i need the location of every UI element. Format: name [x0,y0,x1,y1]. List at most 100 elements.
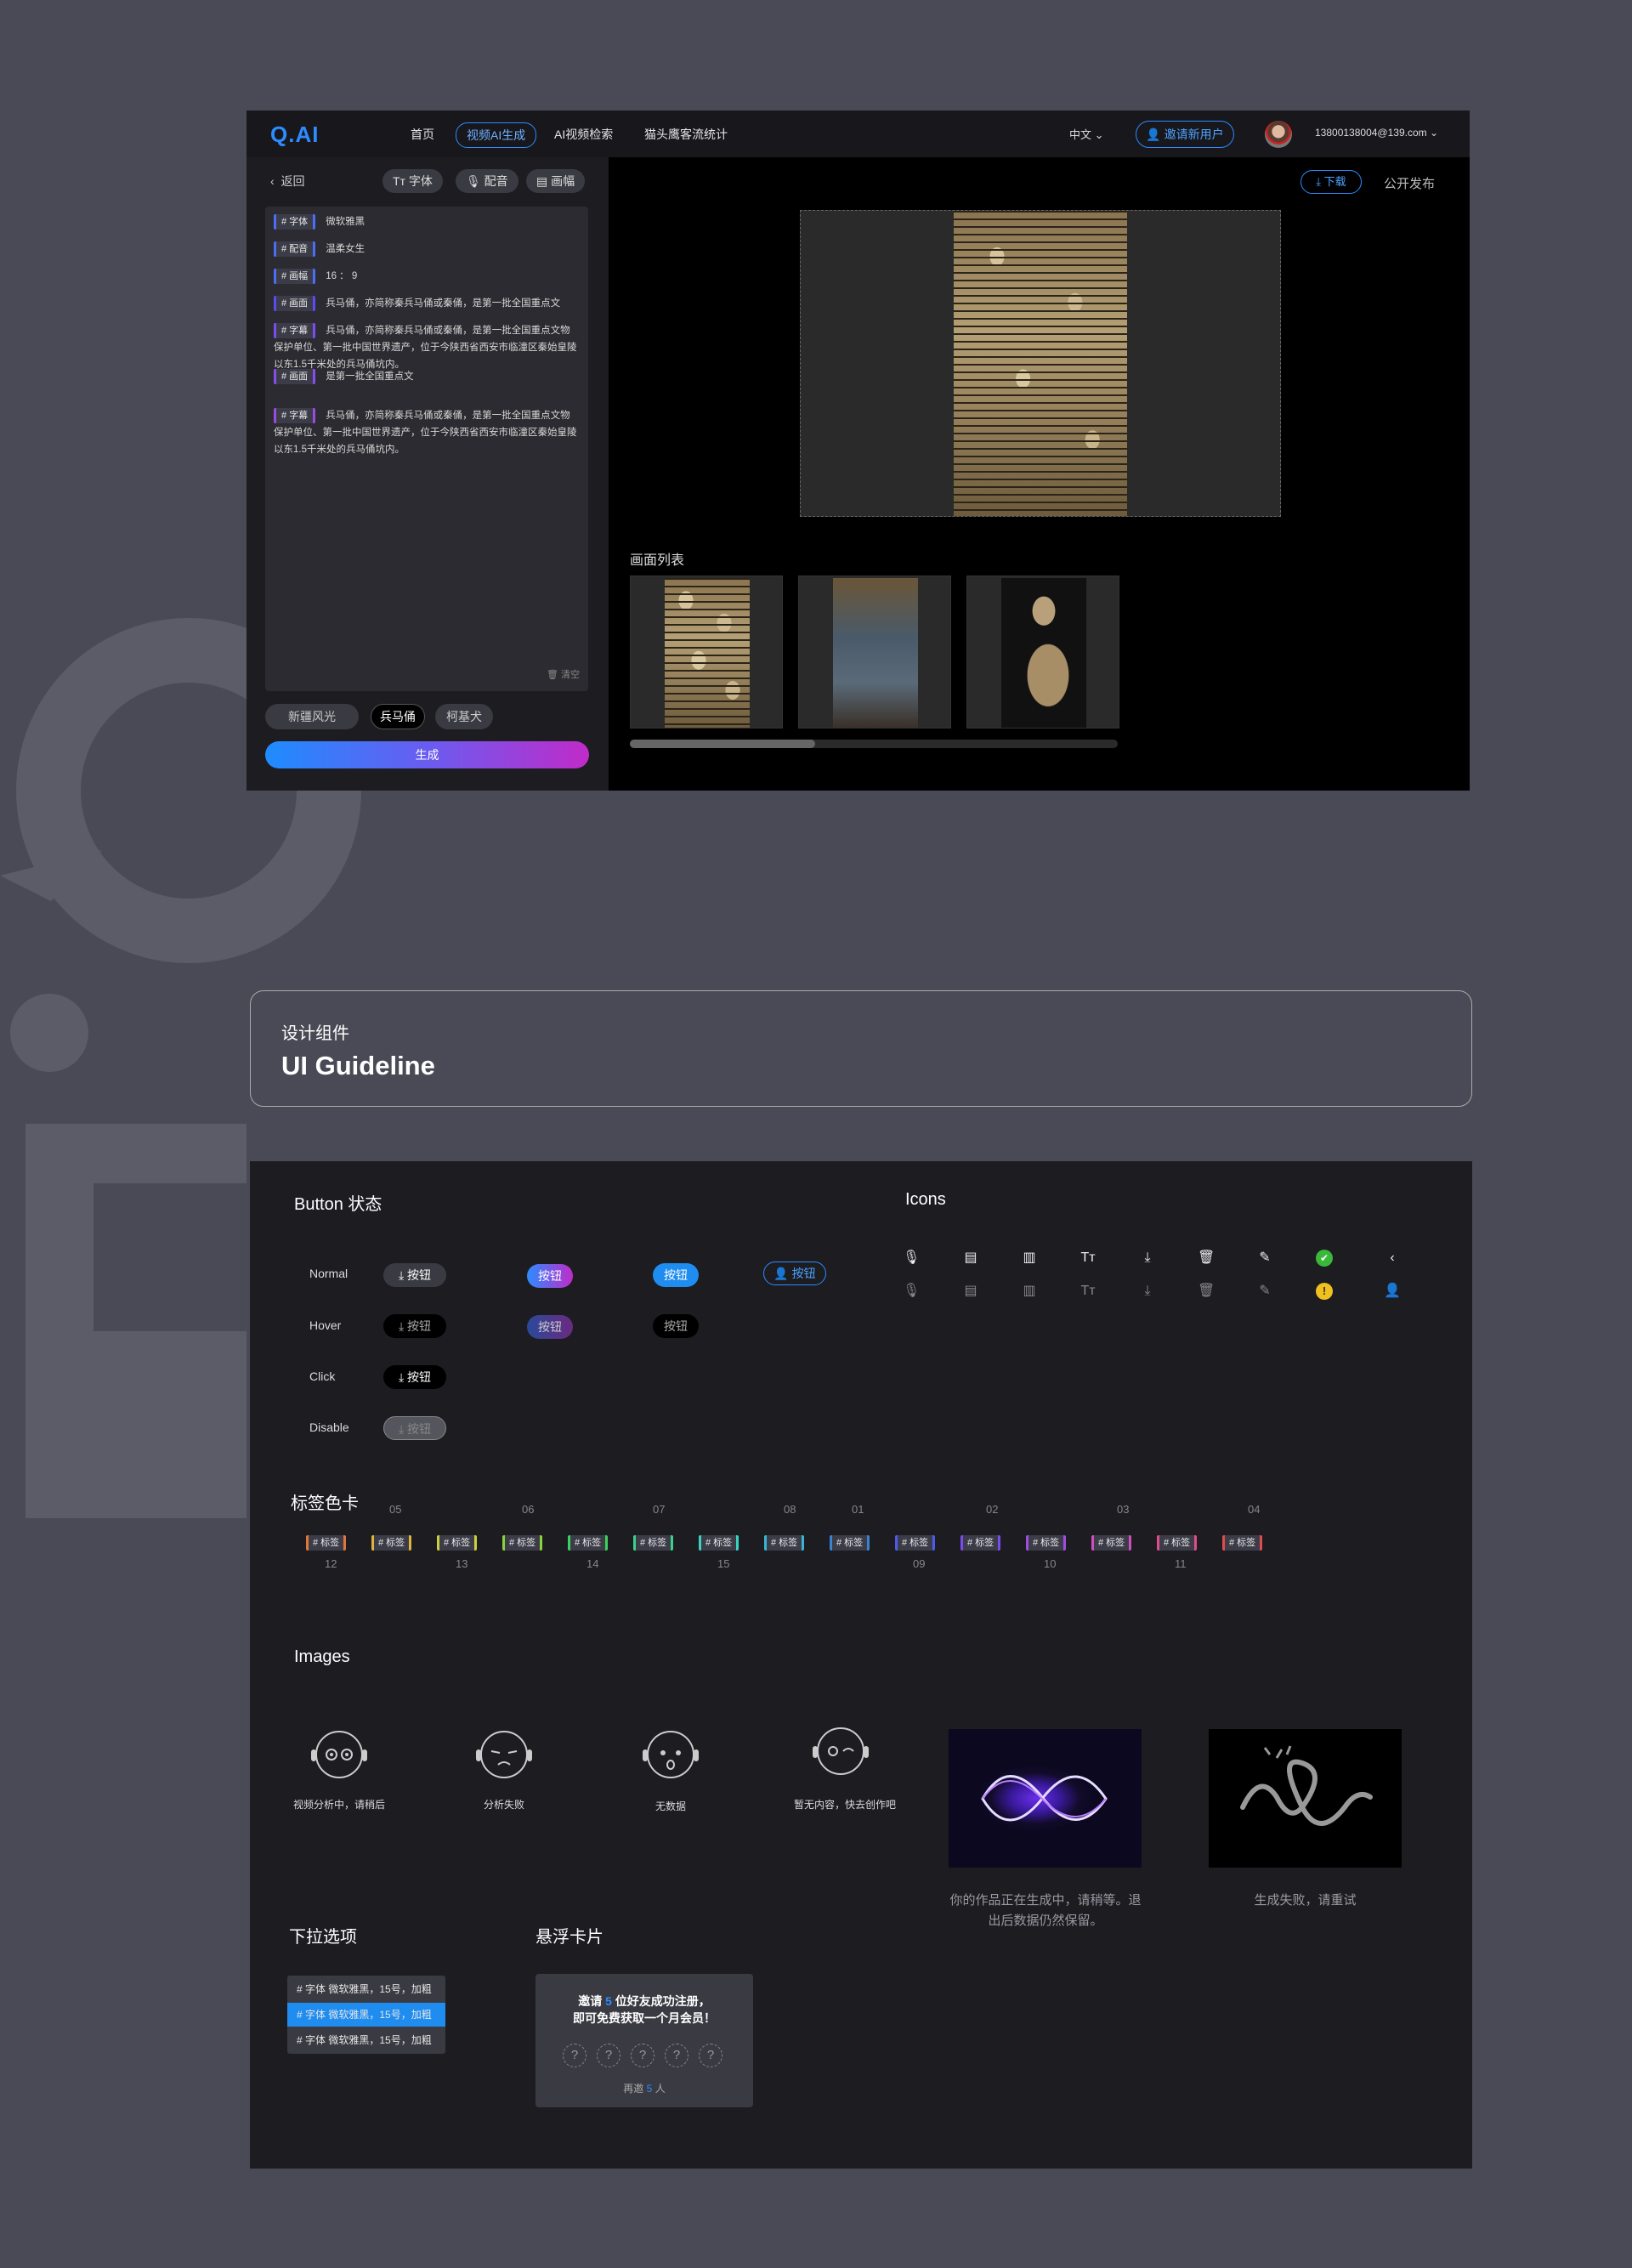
gradient-button-normal[interactable]: 按钮 [527,1264,573,1288]
card-text3: 即可免费获取一个月会员！ [573,2011,716,2025]
user-icon: 👤 [1384,1284,1401,1298]
gradient-button-hover[interactable]: 按钮 [527,1315,573,1339]
script-row[interactable]: # 字幕 兵马俑，亦简称秦兵马俑或秦俑，是第一批全国重点文物保护单位、第一批中国世… [274,407,580,458]
card-text: 邀请 [578,1994,603,2008]
robot-no-data-icon [643,1731,699,1778]
tag-number: 08 [784,1503,796,1516]
outline-button[interactable]: 👤 按钮 [763,1262,826,1285]
generation-failed-image [1209,1729,1402,1868]
script-row[interactable]: # 字体 微软雅黑 [274,213,580,230]
invite-label: 邀请新用户 [1164,128,1224,141]
publish-button[interactable]: 公开发布 [1384,174,1435,192]
mic-icon: 🎙 [903,1284,921,1298]
invite-slot: ? [631,2044,654,2067]
card-count: 5 [605,1994,612,2008]
avatar[interactable] [1265,121,1292,148]
state-hover: Hover [309,1318,342,1332]
thumbnail-3[interactable] [966,576,1119,729]
editor-panel: ‹ 返回 Tт 字体 🎙 配音 ▤ 画幅 # 字体 微软雅黑 # 配音 温柔女生 # 画… [246,157,609,791]
button-normal[interactable]: ⤓ 按钮 [383,1263,446,1287]
chip-corgi[interactable]: 柯基犬 [435,704,493,729]
button-hover[interactable]: ⤓ 按钮 [383,1314,446,1338]
script-text: 兵马俑，亦简称秦兵马俑或秦俑，是第一批全国重点文物保护单位、第一批中国世界遗产，… [274,411,577,455]
thumbnail-image [665,578,750,728]
button-disabled[interactable]: ⤓ 按钮 [383,1416,446,1440]
invite-slot: ? [597,2044,620,2067]
scrollbar-thumb[interactable] [630,740,816,748]
chip-terracotta[interactable]: 兵马俑 [371,704,425,729]
nav-ai-search[interactable]: AI视频检索 [554,123,613,145]
script-row[interactable]: # 画幅 16 ： 9 [274,268,580,285]
script-text: 微软雅黑 [326,217,366,227]
color-tag: # 标签 [633,1535,674,1551]
button-label: 按钮 [407,1268,432,1282]
caption-empty: 暂无内容，快去创作吧 [793,1799,897,1811]
back-label: 返回 [280,174,305,188]
chip-xinjiang[interactable]: 新疆风光 [265,704,359,729]
guideline-subtitle: 设计组件 [281,1024,349,1043]
color-tag: # 标签 [699,1535,740,1551]
primary-button-hover[interactable]: 按钮 [653,1314,699,1338]
card-message: 邀请 5 位好友成功注册， 即可免费获取一个月会员！ [536,1993,753,2027]
tag-number: 10 [1044,1557,1057,1570]
generate-button[interactable]: 生成 [265,741,589,768]
script-editor[interactable]: # 字体 微软雅黑 # 配音 温柔女生 # 画幅 16 ： 9 # 画面 兵马俑，亦简称秦兵马… [265,207,588,691]
download-icon: ⤓ [1144,1250,1151,1265]
tag-number: 14 [586,1557,599,1570]
script-row[interactable]: # 画面 兵马俑，亦简称秦兵马俑或秦俑，是第一批全国重点文 [274,295,580,312]
images-section-title: Images [294,1647,350,1666]
invite-button[interactable]: 👤 邀请新用户 [1136,121,1234,148]
state-normal: Normal [309,1267,348,1280]
pen-icon: ✎ [1259,1284,1271,1298]
document-lines-icon: ▥ [1023,1284,1036,1298]
script-row[interactable]: # 字幕 兵马俑，亦简称秦兵马俑或秦俑，是第一批全国重点文物保护单位、第一批中国世… [274,322,580,373]
back-button[interactable]: ‹ 返回 [270,173,304,190]
script-tag: # 画幅 [274,269,316,284]
chevron-left-icon: ‹ [270,174,275,188]
dropdown-item-selected[interactable]: # 字体 微软雅黑，15号，加粗 [287,2003,445,2027]
button-click[interactable]: ⤓ 按钮 [383,1365,446,1389]
robot-analyzing-icon [311,1731,367,1778]
font-button[interactable]: Tт 字体 [382,169,443,193]
dropdown-item[interactable]: # 字体 微软雅黑，15号，加粗 [287,2028,445,2052]
nav-home[interactable]: 首页 [411,123,434,145]
document-icon: ▤ [536,174,548,188]
dropdown-item[interactable]: # 字体 微软雅黑，15号，加粗 [287,1977,445,2001]
caption-failed: 分析失败 [483,1799,525,1811]
user-email: 13800138004@139.com [1315,127,1427,139]
download-icon: ⤓ [1144,1284,1151,1298]
script-text: 兵马俑，亦简称秦兵马俑或秦俑，是第一批全国重点文物保护单位、第一批中国世界遗产，… [274,326,577,370]
clear-button[interactable]: 🗑 清空 [547,667,580,681]
nav-video-ai[interactable]: 视频AI生成 [456,122,537,148]
button-label: 按钮 [407,1319,432,1333]
script-tag: # 画面 [274,369,316,384]
logo[interactable]: Q.AI [270,122,319,148]
script-row[interactable]: # 配音 温柔女生 [274,241,580,258]
frame-button[interactable]: ▤ 画幅 [526,169,586,193]
thumbnail-image [1001,578,1086,728]
thumbnail-2[interactable] [798,576,951,729]
language-select[interactable]: 中文 ⌄ [1069,126,1104,142]
chevron-left-icon: ‹ [1390,1250,1395,1265]
font-icon: Tт [1080,1284,1096,1298]
nav-owl-stats[interactable]: 猫头鹰客流统计 [644,123,728,145]
hover-card-section-title: 悬浮卡片 [536,1928,604,1947]
dropdown-menu[interactable]: # 字体 微软雅黑，15号，加粗 # 字体 微软雅黑，15号，加粗 # 字体 微… [287,1976,445,2054]
download-icon: ⤓ [398,1268,405,1282]
frame-label: 画幅 [551,174,575,188]
tag-number: 13 [456,1557,468,1570]
thumbnail-scrollbar[interactable] [630,740,1118,748]
state-click: Click [309,1369,336,1383]
pen-icon: ✎ [1259,1250,1271,1265]
color-tag: # 标签 [1091,1535,1132,1551]
mic-icon: 🎙 [903,1250,921,1265]
download-icon: ⤓ [398,1370,405,1384]
dub-button[interactable]: 🎙 配音 [456,169,518,193]
primary-button-normal[interactable]: 按钮 [653,1263,699,1287]
user-menu[interactable]: 13800138004@139.com ⌄ [1315,127,1438,139]
thumbnail-1[interactable] [630,576,783,729]
download-button[interactable]: ⤓ 下载 [1300,170,1362,194]
robot-empty-icon [813,1727,869,1775]
color-tag: # 标签 [371,1535,412,1551]
script-row[interactable]: # 画面 是第一批全国重点文 [274,368,580,385]
